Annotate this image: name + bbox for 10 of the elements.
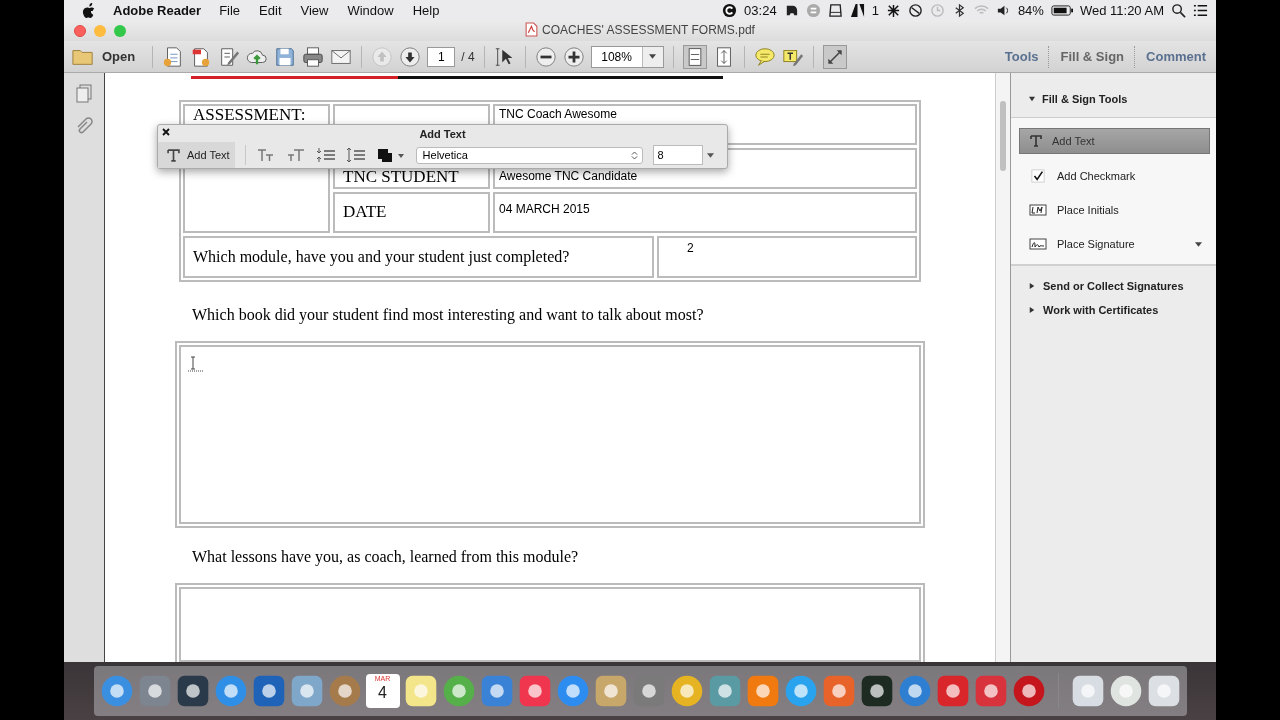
table-cell: DATE [333,191,490,233]
question-text: Which book did your student find most interesting and want to talk about most? [192,305,705,324]
panel-title: Add Text [419,127,466,140]
page-total: / 4 [461,49,475,64]
badge-count: 1 [871,2,879,18]
timer-text: 03:24 [744,2,777,18]
question-text: What lessons have you, as coach, learned from this module? [192,548,580,567]
battery-percent: 84% [1017,2,1044,18]
table-cell: Which module, have you and your student just completed? [183,235,654,278]
window-title: COACHES' ASSESSMENT FORMS.pdf [542,22,755,37]
